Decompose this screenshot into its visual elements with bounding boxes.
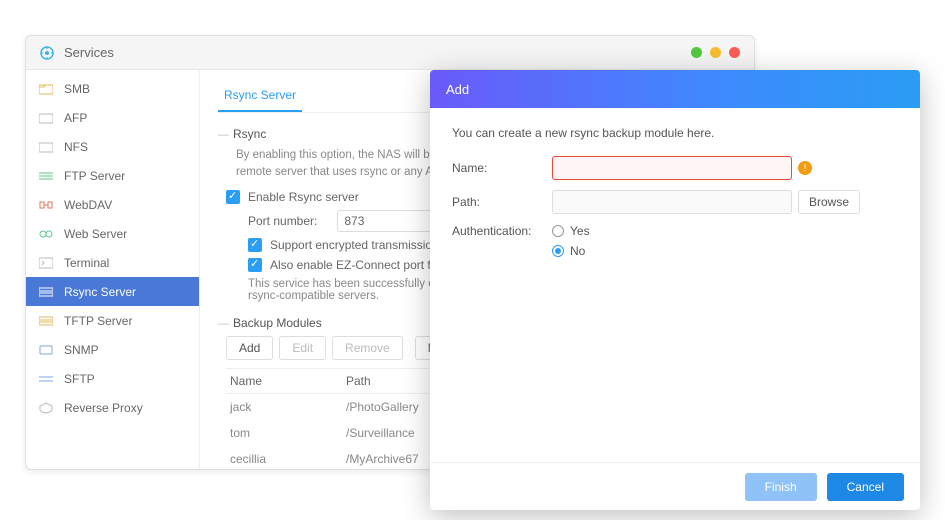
app-icon bbox=[38, 44, 56, 62]
tab-rsync-server[interactable]: Rsync Server bbox=[218, 82, 302, 112]
sidebar-item-ftp[interactable]: FTP Server bbox=[26, 161, 199, 190]
sidebar-item-webdav[interactable]: WebDAV bbox=[26, 190, 199, 219]
webserver-icon bbox=[38, 227, 54, 241]
checkbox-checked-icon bbox=[226, 190, 240, 204]
enable-rsync-label: Enable Rsync server bbox=[248, 190, 359, 204]
close-dot[interactable] bbox=[729, 47, 740, 58]
sidebar-item-label: SMB bbox=[64, 82, 90, 96]
name-label: Name: bbox=[452, 161, 552, 175]
window-title: Services bbox=[64, 45, 114, 60]
sidebar-item-proxy[interactable]: Reverse Proxy bbox=[26, 393, 199, 422]
folder-icon bbox=[38, 140, 54, 154]
port-label: Port number: bbox=[248, 214, 317, 228]
sidebar-item-rsync[interactable]: Rsync Server bbox=[26, 277, 199, 306]
edit-button[interactable]: Edit bbox=[279, 336, 326, 360]
path-label: Path: bbox=[452, 195, 552, 209]
webdav-icon bbox=[38, 198, 54, 212]
auth-label: Authentication: bbox=[452, 224, 552, 238]
sidebar-item-smb[interactable]: SMB bbox=[26, 74, 199, 103]
path-input[interactable] bbox=[552, 190, 792, 214]
cancel-button[interactable]: Cancel bbox=[827, 473, 904, 501]
sidebar-item-label: Rsync Server bbox=[64, 285, 136, 299]
sidebar-item-label: Reverse Proxy bbox=[64, 401, 143, 415]
name-input[interactable] bbox=[552, 156, 792, 180]
finish-button[interactable]: Finish bbox=[745, 473, 817, 501]
dialog-title: Add bbox=[430, 70, 920, 108]
checkbox-checked-icon bbox=[248, 258, 262, 272]
dialog-intro: You can create a new rsync backup module… bbox=[452, 126, 898, 140]
sidebar: SMB AFP NFS FTP Server WebDAV Web Server… bbox=[26, 70, 200, 469]
sidebar-item-webserver[interactable]: Web Server bbox=[26, 219, 199, 248]
add-module-dialog: Add You can create a new rsync backup mo… bbox=[430, 70, 920, 510]
sidebar-item-label: Terminal bbox=[64, 256, 109, 270]
ftp-icon bbox=[38, 169, 54, 183]
col-name: Name bbox=[226, 374, 346, 388]
sidebar-item-tftp[interactable]: TFTP Server bbox=[26, 306, 199, 335]
error-icon: ! bbox=[798, 161, 812, 175]
sidebar-item-snmp[interactable]: SNMP bbox=[26, 335, 199, 364]
auth-no-radio[interactable]: No bbox=[552, 244, 590, 258]
window-controls bbox=[691, 47, 740, 58]
snmp-icon bbox=[38, 343, 54, 357]
radio-checked-icon bbox=[552, 245, 564, 257]
remove-button[interactable]: Remove bbox=[332, 336, 403, 360]
sidebar-item-label: SNMP bbox=[64, 343, 99, 357]
sidebar-item-afp[interactable]: AFP bbox=[26, 103, 199, 132]
titlebar: Services bbox=[26, 36, 754, 70]
folder-icon bbox=[38, 111, 54, 125]
sidebar-item-label: WebDAV bbox=[64, 198, 112, 212]
sidebar-item-label: NFS bbox=[64, 140, 88, 154]
maximize-dot[interactable] bbox=[710, 47, 721, 58]
radio-icon bbox=[552, 225, 564, 237]
terminal-icon bbox=[38, 256, 54, 270]
rsync-icon bbox=[38, 285, 54, 299]
sftp-icon bbox=[38, 372, 54, 386]
sidebar-item-terminal[interactable]: Terminal bbox=[26, 248, 199, 277]
folder-icon bbox=[38, 82, 54, 96]
auth-yes-radio[interactable]: Yes bbox=[552, 224, 590, 238]
tftp-icon bbox=[38, 314, 54, 328]
sidebar-item-label: FTP Server bbox=[64, 169, 125, 183]
proxy-icon bbox=[38, 401, 54, 415]
minimize-dot[interactable] bbox=[691, 47, 702, 58]
sidebar-item-label: TFTP Server bbox=[64, 314, 132, 328]
sidebar-item-label: SFTP bbox=[64, 372, 95, 386]
sidebar-item-label: AFP bbox=[64, 111, 87, 125]
add-button[interactable]: Add bbox=[226, 336, 273, 360]
checkbox-checked-icon bbox=[248, 238, 262, 252]
sidebar-item-label: Web Server bbox=[64, 227, 127, 241]
sidebar-item-sftp[interactable]: SFTP bbox=[26, 364, 199, 393]
browse-button[interactable]: Browse bbox=[798, 190, 860, 214]
sidebar-item-nfs[interactable]: NFS bbox=[26, 132, 199, 161]
port-value: 873 bbox=[344, 214, 364, 228]
